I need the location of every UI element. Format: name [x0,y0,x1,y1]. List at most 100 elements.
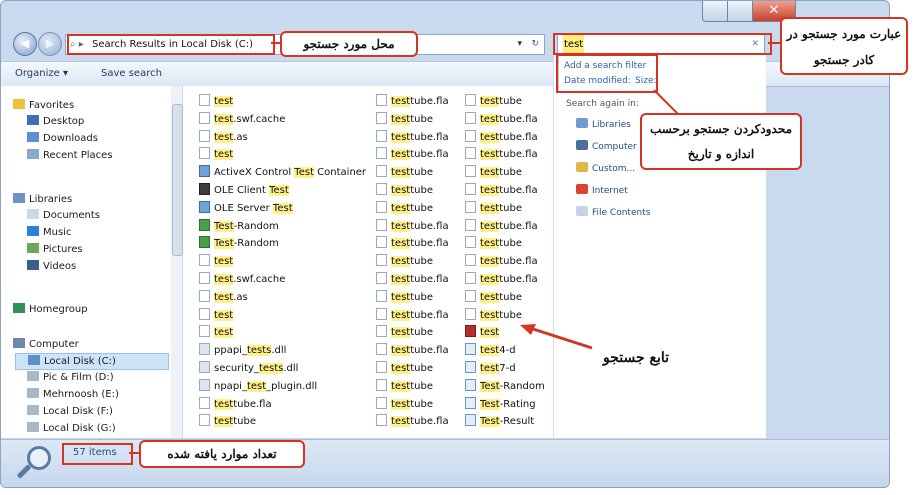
nav-item-drive-2[interactable]: Mehrnoosh (E:) [27,387,119,402]
result-item[interactable]: testtube [376,254,433,269]
refresh-icon[interactable]: ↻ [531,35,539,54]
result-item[interactable]: testtube [465,236,522,251]
nav-item-drive-4[interactable]: Local Disk (G:) [27,421,116,436]
result-item[interactable]: testtube [376,378,433,394]
result-item[interactable]: testtube [376,396,433,412]
result-item[interactable]: testtube.fla [376,307,449,323]
result-item[interactable]: testtube [465,200,522,216]
result-item[interactable]: test.as [199,289,248,305]
result-item[interactable]: testtube.fla [465,218,538,234]
result-item[interactable]: testtube.fla [199,396,272,412]
result-item[interactable]: Test-Random [199,236,279,251]
nav-computer[interactable]: Computer [13,337,79,352]
nav-item-fav-0[interactable]: Desktop [27,114,84,129]
result-item[interactable]: testtube.fla [376,218,449,234]
search-again-item-3[interactable]: Internet [576,184,628,198]
result-item[interactable]: test.as [199,129,248,145]
result-item[interactable]: testtube.fla [376,414,449,429]
result-item[interactable]: Test-Random [199,218,279,234]
result-item[interactable]: testtube [376,361,433,376]
result-item[interactable]: testtube.fla [465,254,538,269]
nav-homegroup[interactable]: Homegroup [13,302,88,317]
file-icon [199,396,210,409]
result-item[interactable]: testtube [465,307,522,323]
nav-item-drive-3[interactable]: Local Disk (F:) [27,404,113,419]
status-bar [1,439,889,487]
back-button[interactable]: ◀ [13,32,37,56]
result-item[interactable]: testtube.fla [465,147,538,162]
result-item[interactable]: npapi_test_plugin.dll [199,378,317,394]
nav-item-lib-1[interactable]: Music [27,225,71,240]
search-again-item-4[interactable]: File Contents [576,206,650,220]
result-item[interactable]: testtube [376,200,433,216]
result-item[interactable]: test [199,254,234,269]
file-icon [376,111,387,124]
result-item[interactable]: test7-d [465,361,516,376]
file-icon [199,378,210,391]
result-item[interactable]: Test-Random [465,378,545,394]
nav-item-lib-3[interactable]: Videos [27,259,76,274]
nav-libraries[interactable]: Libraries [13,192,72,207]
result-item[interactable]: test [199,147,234,162]
result-item[interactable]: testtube.fla [376,147,449,162]
nav-item-lib-3-icon [27,260,39,270]
nav-favorites[interactable]: Favorites [13,98,74,113]
result-item[interactable]: test4-d [465,343,516,358]
nav-item-drive-1[interactable]: Pic & Film (D:) [27,370,114,385]
forward-button[interactable]: ▶ [38,32,62,56]
result-item[interactable]: testtube.fla [376,129,449,145]
address-dropdown-icon[interactable]: ▾ [517,35,522,54]
result-item[interactable]: testtube [465,289,522,305]
result-item[interactable]: test [199,325,234,340]
result-item[interactable]: Test-Rating [465,396,536,412]
result-item[interactable]: testtube [376,289,433,305]
result-item[interactable]: testtube [465,165,522,180]
result-item[interactable]: testtube.fla [376,94,449,109]
result-item[interactable]: testtube.fla [465,129,538,145]
result-item[interactable]: OLE Client Test [199,183,289,198]
search-again-icon [576,140,588,150]
save-search-button[interactable]: Save search [101,68,162,79]
result-item[interactable]: testtube [376,183,433,198]
nav-item-drive-0[interactable]: Local Disk (C:) [15,353,169,370]
result-item[interactable]: test [199,307,234,323]
file-icon [465,272,476,284]
result-item[interactable]: testtube.fla [376,272,449,287]
nav-item-fav-2[interactable]: Recent Places [27,148,113,163]
nav-item-lib-0-icon [27,209,39,219]
result-item[interactable]: Test-Result [465,414,534,429]
result-item[interactable]: security_tests.dll [199,361,298,376]
result-item[interactable]: testtube.fla [376,236,449,251]
result-item[interactable]: testtube [376,165,433,180]
result-item[interactable]: testtube.fla [465,272,538,287]
result-item[interactable]: OLE Server Test [199,200,293,216]
file-icon [465,94,476,106]
search-again-item-2[interactable]: Custom... [576,162,635,176]
result-item[interactable]: test [465,325,500,340]
result-item[interactable]: testtube.fla [465,183,538,198]
search-again-icon [576,184,588,194]
result-item[interactable]: testtube [376,111,433,127]
maximize-button[interactable] [727,1,753,22]
nav-item-lib-2[interactable]: Pictures [27,242,83,257]
nav-item-lib-0[interactable]: Documents [27,208,100,223]
search-again-item-1[interactable]: Computer [576,140,637,154]
organize-button[interactable]: Organize ▾ [15,68,68,79]
result-item[interactable]: ActiveX Control Test Container [199,165,366,180]
result-item[interactable]: test.swf.cache [199,272,285,287]
search-again-item-0[interactable]: Libraries [576,118,631,132]
result-item[interactable]: test [199,94,234,109]
navigation-scrollbar[interactable] [171,86,183,438]
result-item[interactable]: testtube [376,325,433,340]
result-item[interactable]: testtube.fla [376,343,449,358]
nav-item-fav-1[interactable]: Downloads [27,131,98,146]
result-item[interactable]: ppapi_tests.dll [199,343,286,358]
search-again-label: Computer [592,142,637,152]
nav-libraries-icon [13,193,25,203]
minimize-button[interactable] [702,1,728,22]
result-item[interactable]: testtube [465,94,522,109]
result-item[interactable]: test.swf.cache [199,111,285,127]
result-item[interactable]: testtube.fla [465,111,538,127]
file-icon [465,200,476,213]
result-item[interactable]: testtube [199,414,256,429]
